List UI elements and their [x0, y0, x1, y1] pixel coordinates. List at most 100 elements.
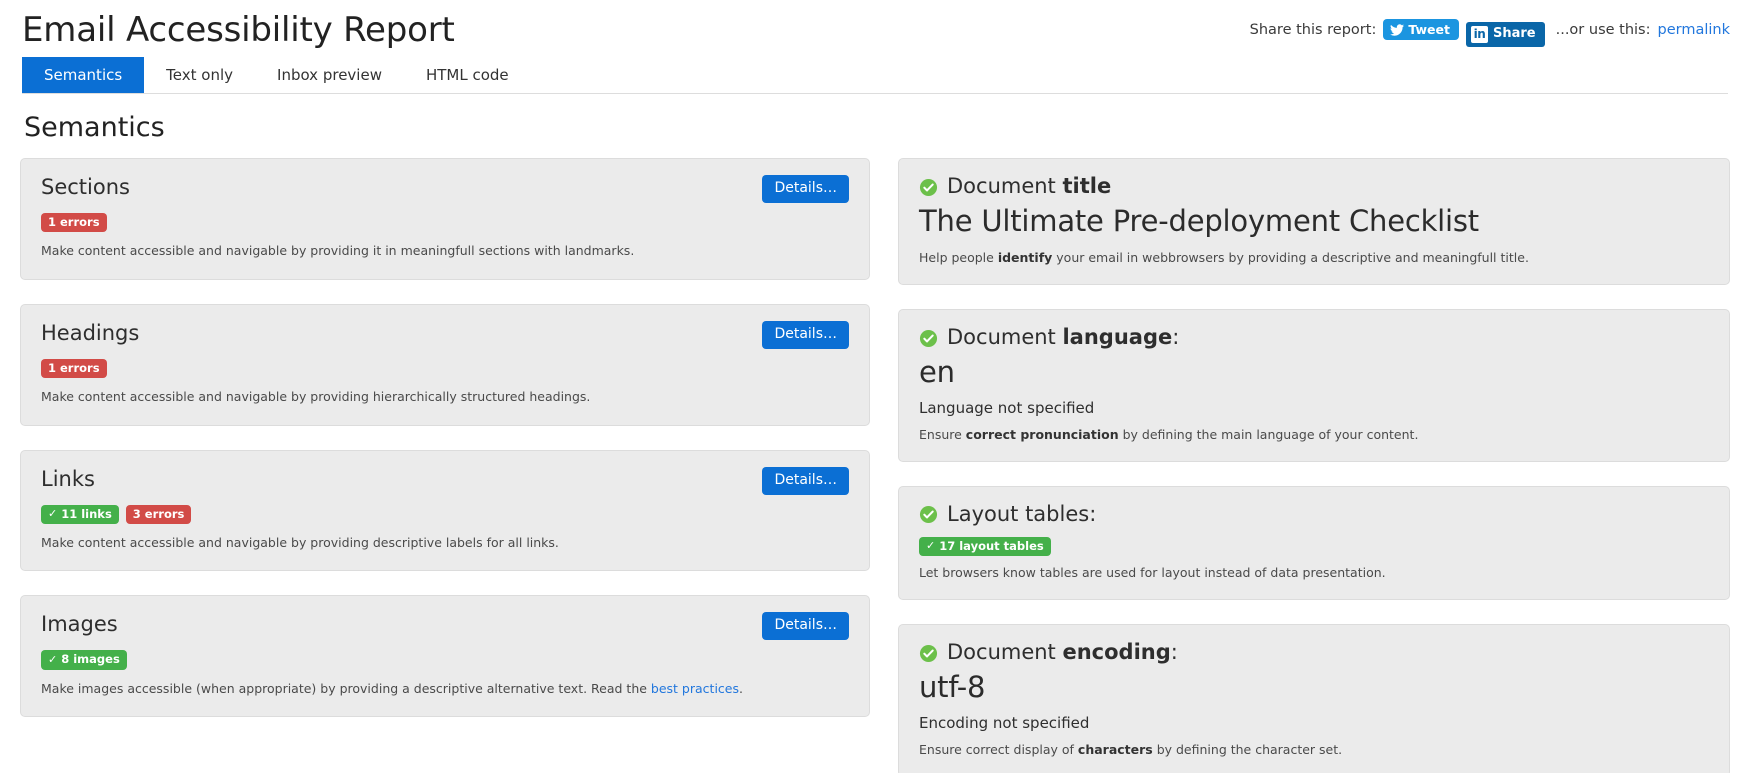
card-description-text: Make content accessible and navigable by… — [41, 388, 591, 404]
desc-strong: correct pronunciation — [965, 427, 1119, 443]
linkedin-share-button[interactable]: in Share — [1465, 22, 1545, 47]
card-description-text: Make content accessible and navigable by… — [41, 534, 559, 550]
encoding-status-text: Encoding not specified — [919, 713, 1090, 732]
content-columns: Sections Details… 1 errors Make content … — [0, 158, 1750, 773]
check-circle-icon — [919, 643, 938, 662]
card-layout-tables: Layout tables: ✓ 17 layout tables Let br… — [898, 485, 1730, 601]
details-button-headings[interactable]: Details… — [762, 320, 849, 349]
card-images: Images Details… ✓ 8 images Make images a… — [20, 595, 870, 718]
card-title: Links — [41, 466, 95, 491]
card-description-text: Make images accessible (when appropriate… — [41, 680, 651, 696]
check-mark-icon: ✓ — [48, 506, 58, 520]
check-mark-icon: ✓ — [48, 652, 58, 666]
card-document-encoding: Document encoding: utf-8 Encoding not sp… — [898, 624, 1730, 773]
card-header-strong: title — [1062, 174, 1112, 199]
section-title: Semantics — [24, 111, 165, 143]
document-title-value: The Ultimate Pre-deployment Checklist — [919, 204, 1479, 239]
left-column: Sections Details… 1 errors Make content … — [20, 158, 870, 741]
tab-bar: Semantics Text only Inbox preview HTML c… — [0, 56, 1750, 93]
card-description: Let browsers know tables are used for la… — [919, 564, 1709, 583]
card-description: Make content accessible and navigable by… — [41, 388, 849, 407]
card-header-text: Document encoding: — [947, 639, 1178, 665]
tab-html-code[interactable]: HTML code — [404, 57, 531, 93]
use-this-label: ...or use this: — [1555, 21, 1651, 38]
desc-after: by defining the character set. — [1152, 742, 1343, 758]
document-language-value: en — [919, 355, 955, 390]
document-encoding-value: utf-8 — [919, 670, 986, 705]
check-circle-icon — [919, 504, 938, 524]
card-header-text: Layout tables: — [947, 501, 1097, 526]
card-description: Make content accessible and navigable by… — [41, 242, 849, 261]
desc-before: Ensure — [919, 427, 966, 443]
card-header-strong: encoding — [1062, 640, 1171, 665]
desc-before: Help people — [919, 250, 998, 266]
badge-group: ✓ 17 layout tables — [919, 537, 1709, 557]
check-circle-icon — [919, 328, 938, 347]
tab-semantics[interactable]: Semantics — [22, 56, 145, 93]
status-badge-errors: 3 errors — [125, 504, 192, 524]
badge-label: 1 errors — [48, 214, 100, 229]
linkedin-icon: in — [1470, 26, 1488, 43]
check-mark-icon: ✓ — [926, 539, 936, 553]
badge-label: 11 links — [61, 506, 112, 521]
best-practices-link[interactable]: best practices — [651, 681, 739, 696]
card-header: Links Details… — [41, 466, 849, 495]
badge-label: 8 images — [61, 652, 120, 667]
badge-label: 1 errors — [48, 360, 100, 375]
language-status-text: Language not specified — [919, 398, 1095, 417]
card-description: Help people identify your email in webbr… — [919, 249, 1709, 268]
card-header: Layout tables: — [919, 501, 1709, 527]
share-label: Share this report: — [1249, 21, 1377, 38]
card-title: Headings — [41, 320, 140, 345]
badge-group: ✓ 8 images — [41, 650, 849, 670]
card-sections: Sections Details… 1 errors Make content … — [20, 158, 870, 280]
card-document-title: Document title The Ultimate Pre-deployme… — [898, 158, 1730, 285]
tab-inbox-preview[interactable]: Inbox preview — [255, 57, 404, 93]
desc-after: by defining the main language of your co… — [1118, 427, 1419, 443]
card-header: Headings Details… — [41, 320, 849, 349]
card-header: Images Details… — [41, 612, 849, 641]
card-header-strong: language — [1062, 324, 1173, 349]
card-document-language: Document language: en Language not speci… — [898, 308, 1730, 462]
card-description-suffix: . — [739, 680, 743, 696]
card-header: Document encoding: — [919, 639, 1709, 665]
tweet-button-label: Tweet — [1408, 21, 1450, 37]
card-title: Images — [41, 612, 118, 637]
tab-divider — [22, 92, 1728, 94]
twitter-bird-icon — [1390, 23, 1405, 36]
card-header-prefix: Document — [947, 640, 1063, 665]
permalink-link[interactable]: permalink — [1658, 22, 1731, 38]
badge-label: 17 layout tables — [939, 539, 1044, 554]
status-badge-layout-tables: ✓ 17 layout tables — [919, 537, 1051, 557]
desc-strong: identify — [997, 250, 1053, 266]
tab-text-only[interactable]: Text only — [144, 57, 255, 93]
details-button-sections[interactable]: Details… — [762, 175, 849, 203]
card-header: Document title — [919, 173, 1709, 199]
details-button-images[interactable]: Details… — [762, 612, 849, 641]
report-page: Email Accessibility Report Share this re… — [0, 0, 1750, 773]
card-headings: Headings Details… 1 errors Make content … — [20, 303, 870, 426]
tweet-button[interactable]: Tweet — [1383, 18, 1459, 41]
desc-before: Ensure correct display of — [919, 742, 1078, 758]
card-description: Make images accessible (when appropriate… — [41, 680, 849, 699]
badge-label: 3 errors — [132, 506, 185, 521]
card-header-suffix: : — [1170, 640, 1178, 665]
page-header: Email Accessibility Report Share this re… — [0, 0, 1750, 51]
card-header-prefix: Document — [947, 174, 1063, 199]
card-title: Sections — [41, 175, 130, 200]
card-header: Document language: — [919, 324, 1709, 350]
card-header-text: Document title — [947, 173, 1111, 199]
card-header-suffix: : — [1172, 324, 1180, 349]
status-badge-errors: 1 errors — [41, 212, 107, 233]
card-description: Ensure correct pronunciation by defining… — [919, 426, 1709, 445]
badge-group: ✓ 11 links 3 errors — [41, 504, 849, 524]
details-button-links[interactable]: Details… — [762, 466, 849, 495]
linkedin-share-label: Share — [1492, 26, 1536, 42]
card-description: Make content accessible and navigable by… — [41, 534, 849, 553]
check-circle-icon — [919, 177, 938, 196]
card-header-text: Document language: — [947, 324, 1179, 350]
card-links: Links Details… ✓ 11 links 3 errors Make … — [20, 449, 870, 572]
status-badge-errors: 1 errors — [41, 358, 107, 378]
badge-group: 1 errors — [41, 358, 849, 378]
status-badge-links-ok: ✓ 11 links — [41, 504, 119, 524]
